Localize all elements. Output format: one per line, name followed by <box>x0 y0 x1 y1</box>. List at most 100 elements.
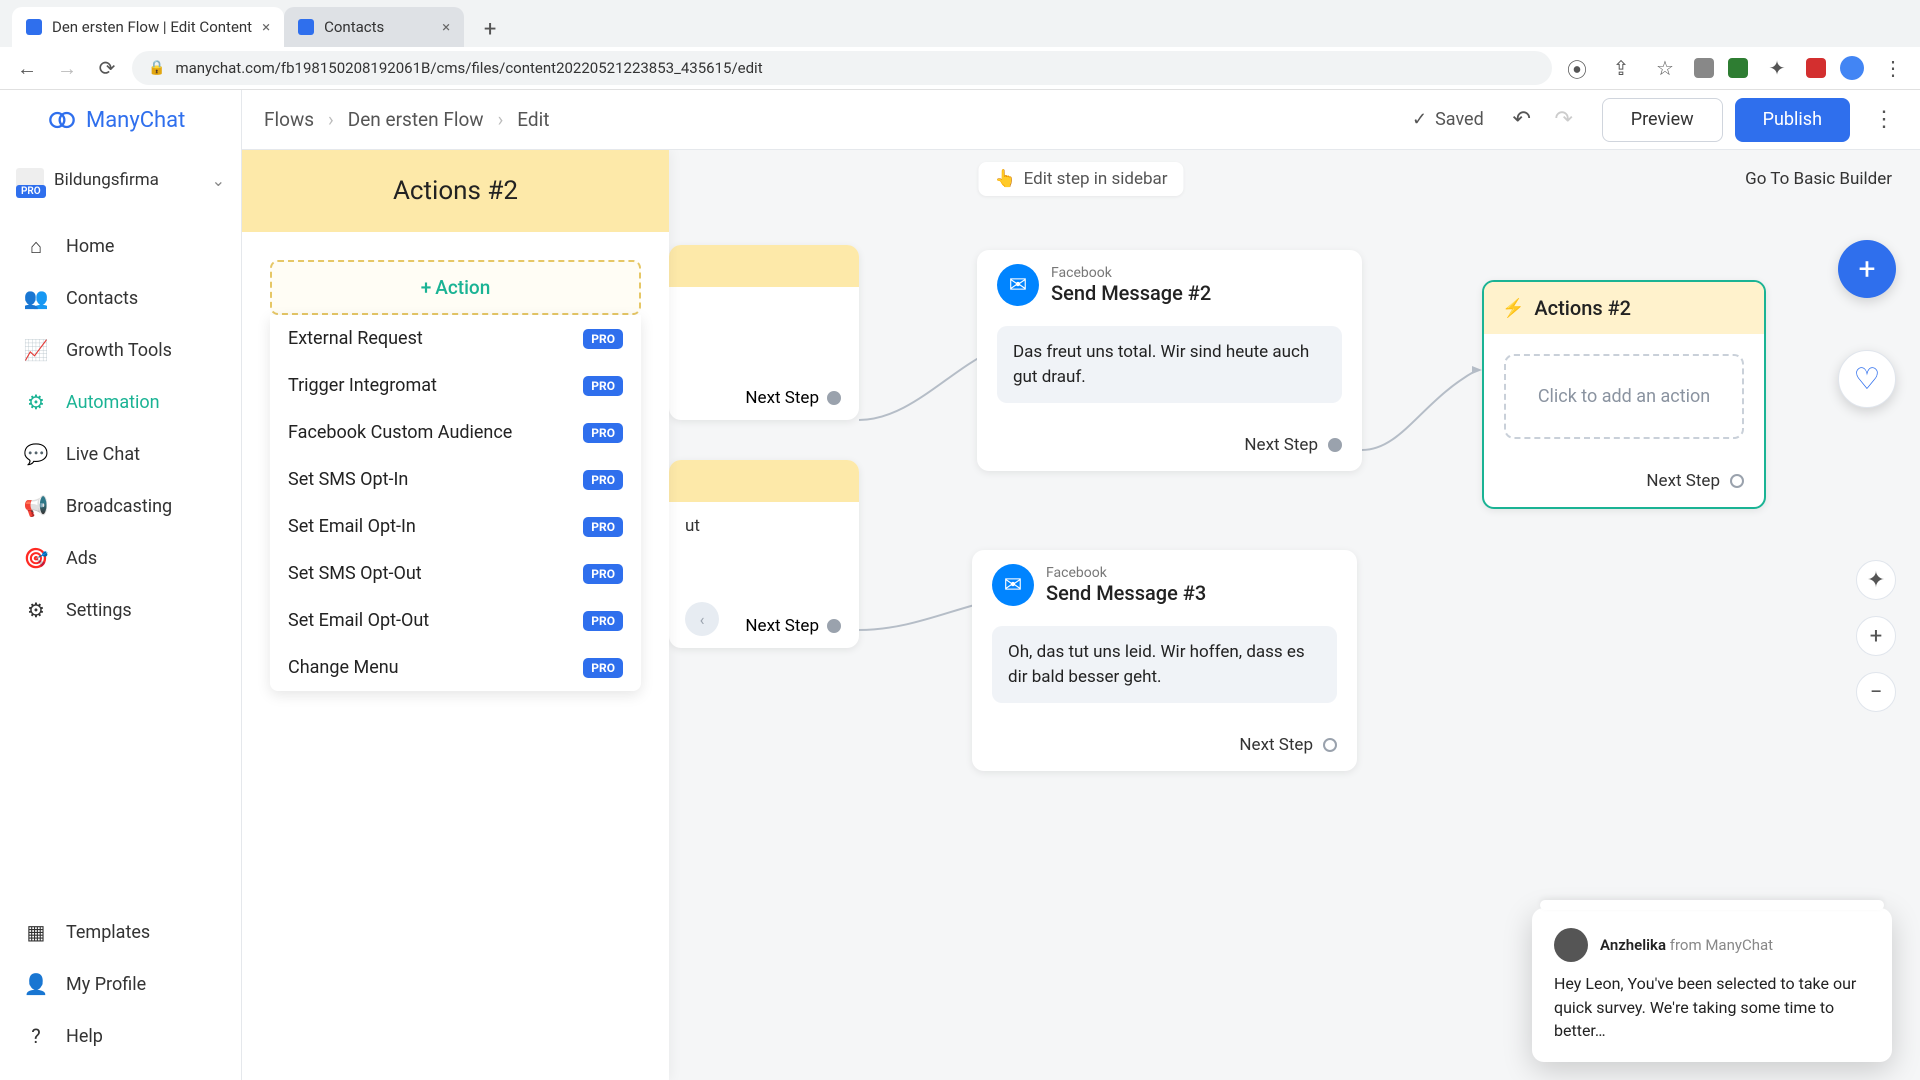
breadcrumb: Flows › Den ersten Flow › Edit <box>264 108 549 131</box>
node-send-message-3[interactable]: ✉ Facebook Send Message #3 Oh, das tut u… <box>972 550 1357 771</box>
nav-icon: 📈 <box>24 338 48 362</box>
go-basic-builder-link[interactable]: Go To Basic Builder <box>1731 162 1906 196</box>
menu-icon[interactable]: ⋮ <box>1878 53 1908 83</box>
card-header: ✉ Facebook Send Message #3 <box>972 550 1357 616</box>
profile-avatar[interactable] <box>1840 56 1864 80</box>
chat-sender-name: Anzhelika <box>1600 936 1666 954</box>
flow-canvas[interactable]: 👆 Edit step in sidebar Go To Basic Build… <box>242 150 1920 1080</box>
sidebar-item-home[interactable]: ⌂Home <box>0 220 241 272</box>
zoom-controls: ✦ + − <box>1856 560 1896 712</box>
chat-popup[interactable]: Anzhelika from ManyChat Hey Leon, You've… <box>1532 908 1892 1062</box>
zoom-out-button[interactable]: − <box>1856 672 1896 712</box>
port-icon[interactable] <box>827 619 841 633</box>
action-label: Set SMS Opt-In <box>288 469 408 490</box>
sidebar-item-templates[interactable]: ▦Templates <box>0 906 241 958</box>
workspace-selector[interactable]: PRO Bildungsfirma ⌄ <box>16 168 225 192</box>
favorite-fab[interactable]: ♡ <box>1838 350 1896 408</box>
prev-step-button[interactable]: ‹ <box>685 602 719 636</box>
close-icon[interactable]: × <box>262 18 270 36</box>
redo-button[interactable]: ↷ <box>1546 102 1582 138</box>
action-label: Change Menu <box>288 657 399 678</box>
next-step-label: Next Step <box>1244 435 1318 455</box>
add-step-fab[interactable]: + <box>1838 240 1896 298</box>
port-icon[interactable] <box>827 391 841 405</box>
nav-icon: ▦ <box>24 920 48 944</box>
sidebar-item-settings[interactable]: ⚙Settings <box>0 584 241 636</box>
extension-icon[interactable] <box>1694 58 1714 78</box>
port-icon[interactable] <box>1328 438 1342 452</box>
add-action-button[interactable]: +Action <box>270 260 641 315</box>
node-send-message-2[interactable]: ✉ Facebook Send Message #2 Das freut uns… <box>977 250 1362 471</box>
tab-favicon <box>298 19 314 35</box>
edit-in-sidebar-button[interactable]: 👆 Edit step in sidebar <box>978 162 1183 196</box>
address-bar[interactable]: 🔒 manychat.com/fb198150208192061B/cms/fi… <box>132 51 1552 85</box>
crumb-flow-name[interactable]: Den ersten Flow <box>348 108 484 131</box>
browser-tab[interactable]: Contacts × <box>284 7 464 47</box>
sidebar: ManyChat PRO Bildungsfirma ⌄ ⌂Home👥Conta… <box>0 90 242 1080</box>
action-menu-item[interactable]: Set SMS Opt-OutPRO <box>270 550 641 597</box>
new-tab-button[interactable]: + <box>472 11 508 47</box>
publish-button[interactable]: Publish <box>1735 98 1850 142</box>
action-label: Set SMS Opt-Out <box>288 563 422 584</box>
action-menu-item[interactable]: Facebook Custom AudiencePRO <box>270 409 641 456</box>
close-icon[interactable]: × <box>442 18 450 36</box>
port-icon[interactable] <box>1323 738 1337 752</box>
tab-title: Den ersten Flow | Edit Content <box>52 18 252 36</box>
action-menu-item[interactable]: Set Email Opt-OutPRO <box>270 597 641 644</box>
url-text: manychat.com/fb198150208192061B/cms/file… <box>175 59 762 77</box>
nav-list: ⌂Home👥Contacts📈Growth Tools⚙Automation💬L… <box>0 220 241 636</box>
sidebar-item-ads[interactable]: 🎯Ads <box>0 532 241 584</box>
add-action-placeholder[interactable]: Click to add an action <box>1504 354 1744 439</box>
reload-icon[interactable]: ⟳ <box>92 53 122 83</box>
action-menu-item[interactable]: Change MenuPRO <box>270 644 641 691</box>
browser-tab-active[interactable]: Den ersten Flow | Edit Content × <box>12 7 284 47</box>
sidebar-item-growth-tools[interactable]: 📈Growth Tools <box>0 324 241 376</box>
action-menu-item[interactable]: External RequestPRO <box>270 315 641 362</box>
chevron-right-icon: › <box>498 108 504 131</box>
brand[interactable]: ManyChat <box>0 90 241 150</box>
node-actions-2[interactable]: ⚡ Actions #2 Click to add an action Next… <box>1482 280 1766 509</box>
lock-icon: 🔒 <box>148 60 165 76</box>
crumb-flows[interactable]: Flows <box>264 108 314 131</box>
sidebar-item-live-chat[interactable]: 💬Live Chat <box>0 428 241 480</box>
star-icon[interactable]: ☆ <box>1650 53 1680 83</box>
next-step[interactable]: Next Step <box>972 723 1357 771</box>
plus-icon: + <box>421 276 432 299</box>
message-text: Das freut uns total. Wir sind heute auch… <box>997 326 1342 403</box>
node-title: Actions #2 <box>1534 296 1631 320</box>
sidebar-item-help[interactable]: ?Help <box>0 1010 241 1062</box>
card-header: ⚡ Actions #2 <box>1484 282 1764 334</box>
undo-button[interactable]: ↶ <box>1504 102 1540 138</box>
back-icon[interactable]: ← <box>12 53 42 83</box>
puzzle-icon[interactable]: ✦ <box>1762 53 1792 83</box>
action-menu-item[interactable]: Set SMS Opt-InPRO <box>270 456 641 503</box>
sidebar-item-automation[interactable]: ⚙Automation <box>0 376 241 428</box>
extension-icon[interactable] <box>1806 58 1826 78</box>
auto-arrange-button[interactable]: ✦ <box>1856 560 1896 600</box>
extension-icon[interactable] <box>1728 58 1748 78</box>
preview-button[interactable]: Preview <box>1602 98 1723 142</box>
translate-icon[interactable]: ⦿ <box>1562 53 1592 83</box>
action-menu-item[interactable]: Set Email Opt-InPRO <box>270 503 641 550</box>
sidebar-item-my-profile[interactable]: 👤My Profile <box>0 958 241 1010</box>
node-fragment[interactable]: ut ‹ Next Step <box>669 460 859 648</box>
node-fragment[interactable]: Next Step <box>669 245 859 420</box>
more-menu-button[interactable]: ⋮ <box>1870 100 1898 140</box>
sidebar-item-broadcasting[interactable]: 📢Broadcasting <box>0 480 241 532</box>
forward-icon[interactable]: → <box>52 53 82 83</box>
sidebar-item-contacts[interactable]: 👥Contacts <box>0 272 241 324</box>
nav-icon: 💬 <box>24 442 48 466</box>
zoom-in-button[interactable]: + <box>1856 616 1896 656</box>
next-step[interactable]: Next Step <box>1484 459 1764 507</box>
crumb-edit[interactable]: Edit <box>517 108 549 131</box>
browser-chrome: Den ersten Flow | Edit Content × Contact… <box>0 0 1920 90</box>
avatar <box>1554 928 1588 962</box>
share-icon[interactable]: ⇪ <box>1606 53 1636 83</box>
nav-label: Automation <box>66 392 160 413</box>
next-step[interactable]: Next Step <box>977 423 1362 471</box>
action-menu-item[interactable]: Trigger IntegromatPRO <box>270 362 641 409</box>
nav-label: My Profile <box>66 974 146 995</box>
next-step-label: Next Step <box>1646 471 1720 491</box>
port-icon[interactable] <box>1730 474 1744 488</box>
connector <box>1362 430 1482 510</box>
